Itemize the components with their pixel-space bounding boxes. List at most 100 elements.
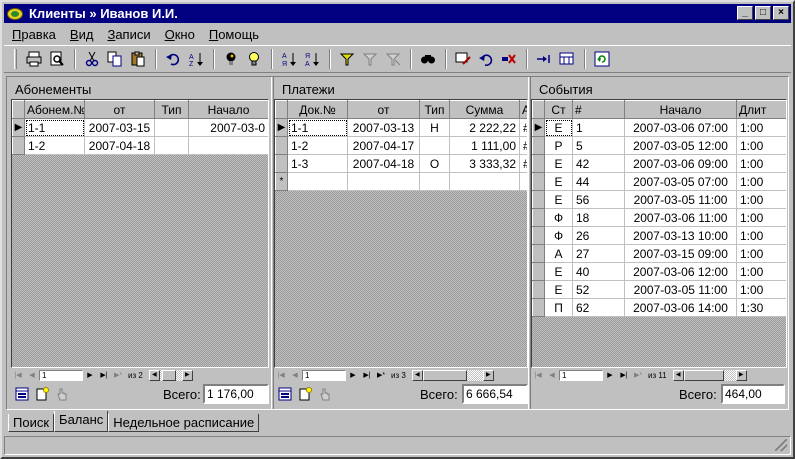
events-total-field[interactable]: 464,00 xyxy=(721,384,785,404)
table-cell[interactable]: 1-2 xyxy=(24,136,85,155)
prev-record-button[interactable]: ◀ xyxy=(25,371,39,379)
scroll-left-button[interactable]: ◀ xyxy=(148,369,160,381)
table-cell[interactable]: 2007-03-05 11:00 xyxy=(624,190,737,209)
table-cell[interactable]: А xyxy=(544,244,573,263)
table-cell[interactable]: 3 333,32 xyxy=(449,154,520,173)
table-cell[interactable]: 2007-03-05 11:00 xyxy=(624,280,737,299)
table-row[interactable]: ▶ 1-1 2007-03-13 Н 2 222,22 # xyxy=(275,118,527,137)
column-header[interactable]: Тип xyxy=(154,100,189,119)
table-cell[interactable] xyxy=(519,172,527,191)
table-cell[interactable]: 2007-03-15 09:00 xyxy=(624,244,737,263)
record-edit-icon[interactable] xyxy=(452,48,474,70)
table-cell[interactable]: Е xyxy=(544,172,573,191)
tab-balance[interactable]: Баланс xyxy=(54,411,109,432)
table-row[interactable]: Е 52 2007-03-05 11:00 1:00 xyxy=(532,280,786,299)
menu-records[interactable]: Записи xyxy=(107,27,150,42)
table-row[interactable]: 1-3 2007-04-18 О 3 333,32 # xyxy=(275,154,527,173)
table-row[interactable]: А 27 2007-03-15 09:00 1:00 xyxy=(532,244,786,263)
horizontal-scrollbar[interactable]: ◀ ▶ xyxy=(148,369,193,381)
new-record-button[interactable]: ▶* xyxy=(111,371,125,379)
table-cell[interactable]: 2007-03-06 07:00 xyxy=(624,118,737,137)
table-cell[interactable]: 1:00 xyxy=(736,190,786,209)
table-cell[interactable]: 2007-03-06 11:00 xyxy=(624,208,737,227)
table-cell[interactable]: 1:00 xyxy=(736,172,786,191)
column-header[interactable]: Ст xyxy=(544,100,573,119)
sort-desc-icon[interactable]: ЯA xyxy=(301,48,323,70)
table-cell[interactable]: О xyxy=(419,154,450,173)
table-cell[interactable]: # xyxy=(519,136,527,155)
horizontal-scrollbar[interactable]: ◀ ▶ xyxy=(672,369,747,381)
table-cell[interactable]: Н xyxy=(419,118,450,137)
lightbulb-off-icon[interactable] xyxy=(220,48,242,70)
table-cell[interactable]: 56 xyxy=(572,190,625,209)
copy-icon[interactable] xyxy=(104,48,126,70)
column-header[interactable]: Длит xyxy=(736,100,786,119)
paste-icon[interactable] xyxy=(127,48,149,70)
column-header[interactable]: Сумма xyxy=(449,100,520,119)
record-delete-icon[interactable] xyxy=(498,48,520,70)
form-view-icon[interactable] xyxy=(276,385,294,403)
table-cell[interactable]: 2007-04-18 xyxy=(84,136,155,155)
table-cell[interactable]: 2007-04-17 xyxy=(347,136,420,155)
undo-icon[interactable] xyxy=(162,48,184,70)
table-cell[interactable] xyxy=(449,172,520,191)
find-icon[interactable] xyxy=(417,48,439,70)
table-row[interactable]: 1-2 2007-04-18 xyxy=(12,136,268,155)
scroll-right-button[interactable]: ▶ xyxy=(181,369,193,381)
table-cell[interactable] xyxy=(154,118,189,137)
last-record-button[interactable]: ▶| xyxy=(617,371,631,379)
table-row[interactable]: 1-2 2007-04-17 1 111,00 # xyxy=(275,136,527,155)
table-row[interactable]: ▶ Е 1 2007-03-06 07:00 1:00 xyxy=(532,118,786,137)
table-cell[interactable]: 2007-04-18 xyxy=(347,154,420,173)
table-cell[interactable] xyxy=(188,136,268,155)
scroll-track[interactable] xyxy=(422,369,483,381)
table-cell[interactable]: 26 xyxy=(572,226,625,245)
scroll-thumb[interactable] xyxy=(161,369,176,381)
table-cell[interactable]: 1:00 xyxy=(736,262,786,281)
table-row[interactable]: Ф 18 2007-03-06 11:00 1:00 xyxy=(532,208,786,227)
table-cell[interactable]: 1:00 xyxy=(736,280,786,299)
next-record-button[interactable]: ▶ xyxy=(346,371,360,379)
record-number-input[interactable]: 1 xyxy=(302,369,346,381)
horizontal-scrollbar[interactable]: ◀ ▶ xyxy=(411,369,494,381)
table-row[interactable]: П 62 2007-03-06 14:00 1:30 xyxy=(532,298,786,317)
column-header[interactable]: Начало xyxy=(188,100,268,119)
filter-icon[interactable] xyxy=(336,48,358,70)
table-cell[interactable]: 40 xyxy=(572,262,625,281)
table-cell[interactable]: 1:00 xyxy=(736,244,786,263)
table-cell[interactable]: 2007-03-13 10:00 xyxy=(624,226,737,245)
first-record-button[interactable]: |◀ xyxy=(274,371,288,379)
record-number-input[interactable]: 1 xyxy=(39,369,83,381)
table-cell[interactable]: 1-1 xyxy=(287,118,348,137)
table-cell[interactable]: Е xyxy=(544,118,573,137)
table-cell[interactable]: 52 xyxy=(572,280,625,299)
column-header[interactable]: Начало xyxy=(624,100,737,119)
filter-remove-icon[interactable] xyxy=(382,48,404,70)
table-cell[interactable]: Е xyxy=(544,154,573,173)
scroll-left-button[interactable]: ◀ xyxy=(672,369,684,381)
next-record-button[interactable]: ▶ xyxy=(603,371,617,379)
table-cell[interactable]: 1-1 xyxy=(24,118,85,137)
table-cell[interactable] xyxy=(287,172,348,191)
table-cell[interactable]: # xyxy=(519,118,527,137)
table-cell[interactable]: 2007-03-15 xyxy=(84,118,155,137)
table-cell[interactable]: 1:30 xyxy=(736,298,786,317)
lightbulb-icon[interactable] xyxy=(243,48,265,70)
last-record-button[interactable]: ▶| xyxy=(360,371,374,379)
table-cell[interactable]: Е xyxy=(544,280,573,299)
minimize-button[interactable]: _ xyxy=(737,6,753,20)
column-header[interactable]: # xyxy=(572,100,625,119)
tab-weekly-schedule[interactable]: Недельное расписание xyxy=(108,414,260,432)
first-record-button[interactable]: |◀ xyxy=(11,371,25,379)
new-row[interactable]: * xyxy=(275,172,527,191)
maximize-button[interactable]: □ xyxy=(755,6,771,20)
events-grid[interactable]: Ст # Начало Длит ▶ Е 1 2007-03-06 07:00 1:00… xyxy=(531,99,787,368)
table-cell[interactable]: Р xyxy=(544,136,573,155)
table-cell[interactable]: 2007-03-06 14:00 xyxy=(624,298,737,317)
hand-pointer-icon[interactable] xyxy=(53,385,71,403)
table-row[interactable]: Р 5 2007-03-05 12:00 1:00 xyxy=(532,136,786,155)
table-row[interactable]: Е 56 2007-03-05 11:00 1:00 xyxy=(532,190,786,209)
table-row[interactable]: Е 44 2007-03-05 07:00 1:00 xyxy=(532,172,786,191)
scroll-right-button[interactable]: ▶ xyxy=(482,369,494,381)
table-row[interactable]: ▶ 1-1 2007-03-15 2007-03-0 xyxy=(12,118,268,137)
